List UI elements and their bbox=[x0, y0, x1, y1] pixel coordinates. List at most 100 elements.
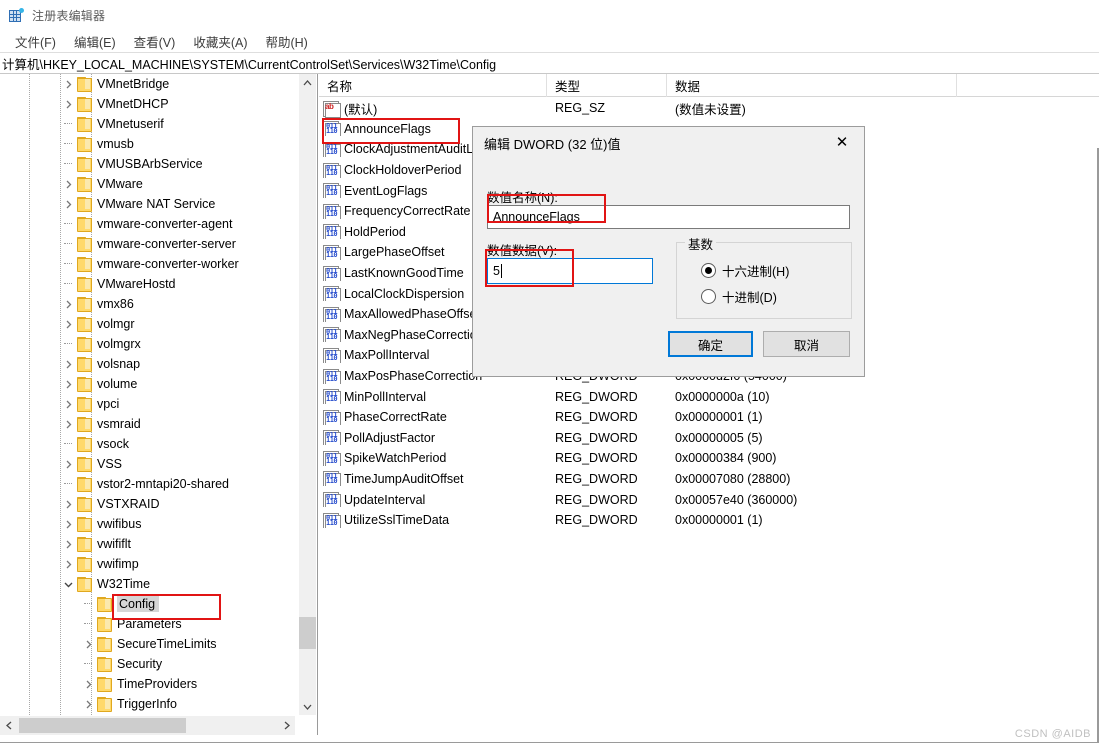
scroll-up-icon[interactable] bbox=[299, 74, 316, 91]
tree-item-vmusb[interactable]: vmusb bbox=[0, 134, 295, 154]
tree-item-vmware-nat-service[interactable]: VMware NAT Service bbox=[0, 194, 295, 214]
tree-item-label: VMUSBArbService bbox=[97, 157, 203, 171]
chevron-right-icon[interactable] bbox=[60, 316, 76, 332]
chevron-right-icon[interactable] bbox=[60, 176, 76, 192]
tree-item-vmwarehostd[interactable]: VMwareHostd bbox=[0, 274, 295, 294]
chevron-right-icon[interactable] bbox=[80, 696, 96, 712]
menu-help[interactable]: 帮助(H) bbox=[256, 30, 316, 53]
table-row[interactable]: 011 110 PollAdjustFactor REG_DWORD 0x0000000… bbox=[319, 428, 1099, 449]
value-name-input[interactable]: AnnounceFlags bbox=[487, 205, 850, 229]
chevron-right-icon[interactable] bbox=[80, 636, 96, 652]
chevron-right-icon[interactable] bbox=[60, 456, 76, 472]
table-row[interactable]: 011 110 MinPollInterval REG_DWORD 0x0000000a… bbox=[319, 386, 1099, 407]
chevron-right-icon[interactable] bbox=[60, 76, 76, 92]
tree-item-volmgrx[interactable]: volmgrx bbox=[0, 334, 295, 354]
tree-item-vwifimp[interactable]: vwifimp bbox=[0, 554, 295, 574]
chevron-right-icon[interactable] bbox=[60, 296, 76, 312]
chevron-right-icon[interactable] bbox=[60, 416, 76, 432]
scroll-left-icon[interactable] bbox=[0, 716, 17, 735]
folder-icon bbox=[76, 137, 92, 152]
menu-file[interactable]: 文件(F) bbox=[6, 30, 65, 53]
tree-item-volsnap[interactable]: volsnap bbox=[0, 354, 295, 374]
table-row[interactable]: 011 110 UtilizeSslTimeData REG_DWORD 0x00000… bbox=[319, 510, 1099, 531]
tree-item-vpci[interactable]: vpci bbox=[0, 394, 295, 414]
value-data-input[interactable]: 5 bbox=[487, 258, 653, 284]
chevron-right-icon[interactable] bbox=[60, 496, 76, 512]
tree-scroll-thumb[interactable] bbox=[299, 617, 316, 649]
tree-hscroll-thumb[interactable] bbox=[19, 718, 186, 733]
tree-item-volmgr[interactable]: volmgr bbox=[0, 314, 295, 334]
tree-horizontal-scrollbar[interactable] bbox=[0, 715, 295, 735]
tree-item-security[interactable]: Security bbox=[0, 654, 295, 674]
tree-item-vmware-converter-server[interactable]: vmware-converter-server bbox=[0, 234, 295, 254]
tree-item-vstor2-mntapi20-shared[interactable]: vstor2-mntapi20-shared bbox=[0, 474, 295, 494]
table-row[interactable]: ab (默认) REG_SZ (数值未设置) bbox=[319, 98, 1099, 119]
scroll-right-icon[interactable] bbox=[278, 716, 295, 735]
radio-hexadecimal-icon[interactable] bbox=[701, 263, 716, 278]
value-type-cell: REG_DWORD bbox=[555, 430, 638, 445]
tree-item-vmnetbridge[interactable]: VMnetBridge bbox=[0, 74, 295, 94]
chevron-down-icon[interactable] bbox=[60, 576, 76, 592]
chevron-right-icon[interactable] bbox=[60, 556, 76, 572]
string-value-icon: ab bbox=[323, 100, 341, 118]
chevron-right-icon[interactable] bbox=[60, 516, 76, 532]
folder-icon bbox=[76, 217, 92, 232]
dword-value-icon: 011 110 bbox=[323, 203, 341, 219]
registry-editor-window: 注册表编辑器 文件(F) 编辑(E) 查看(V) 收藏夹(A) 帮助(H) 计算机\HK… bbox=[0, 0, 1099, 749]
tree-item-triggerinfo[interactable]: TriggerInfo bbox=[0, 694, 295, 714]
dialog-title-bar: 编辑 DWORD (32 位)值 bbox=[473, 127, 864, 159]
cancel-button[interactable]: 取消 bbox=[763, 331, 850, 357]
chevron-right-icon[interactable] bbox=[60, 396, 76, 412]
tree-item-vsmraid[interactable]: vsmraid bbox=[0, 414, 295, 434]
menu-favorites[interactable]: 收藏夹(A) bbox=[184, 30, 256, 53]
column-header-data[interactable]: 数据 bbox=[667, 74, 957, 97]
table-row[interactable]: 011 110 PhaseCorrectRate REG_DWORD 0x0000000… bbox=[319, 407, 1099, 428]
tree-item-vmnetuserif[interactable]: VMnetuserif bbox=[0, 114, 295, 134]
table-row[interactable]: 011 110 UpdateInterval REG_DWORD 0x00057e40 … bbox=[319, 489, 1099, 510]
tree-leaf-connector bbox=[60, 476, 76, 492]
tree-item-vsock[interactable]: vsock bbox=[0, 434, 295, 454]
radio-hexadecimal[interactable]: 十六进制(H) bbox=[701, 261, 789, 280]
radio-decimal-icon[interactable] bbox=[701, 289, 716, 304]
dword-value-icon: 011 110 bbox=[323, 306, 341, 322]
tree-item-label: volsnap bbox=[97, 357, 141, 371]
chevron-right-icon[interactable] bbox=[60, 376, 76, 392]
menu-view[interactable]: 查看(V) bbox=[125, 30, 185, 53]
column-header-type[interactable]: 类型 bbox=[547, 74, 667, 97]
chevron-right-icon[interactable] bbox=[60, 196, 76, 212]
tree-item-securetimelimits[interactable]: SecureTimeLimits bbox=[0, 634, 295, 654]
tree-item-vmware[interactable]: VMware bbox=[0, 174, 295, 194]
chevron-right-icon[interactable] bbox=[80, 676, 96, 692]
column-header-name[interactable]: 名称 bbox=[319, 74, 547, 97]
table-row[interactable]: 011 110 TimeJumpAuditOffset REG_DWORD 0x0000… bbox=[319, 469, 1099, 490]
tree-vertical-scrollbar[interactable] bbox=[298, 74, 316, 715]
tree-item-volume[interactable]: volume bbox=[0, 374, 295, 394]
radio-decimal[interactable]: 十进制(D) bbox=[701, 287, 777, 306]
tree-item-vstxraid[interactable]: VSTXRAID bbox=[0, 494, 295, 514]
chevron-right-icon[interactable] bbox=[60, 96, 76, 112]
menu-edit[interactable]: 编辑(E) bbox=[65, 30, 125, 53]
tree-item-timeproviders[interactable]: TimeProviders bbox=[0, 674, 295, 694]
tree-item-vwifibus[interactable]: vwifibus bbox=[0, 514, 295, 534]
ok-button[interactable]: 确定 bbox=[668, 331, 753, 357]
scroll-down-icon[interactable] bbox=[299, 698, 316, 715]
registry-path[interactable]: 计算机\HKEY_LOCAL_MACHINE\SYSTEM\CurrentCon… bbox=[0, 54, 496, 73]
chevron-right-icon[interactable] bbox=[60, 356, 76, 372]
tree-item-vss[interactable]: VSS bbox=[0, 454, 295, 474]
tree-item-vmusbarbservice[interactable]: VMUSBArbService bbox=[0, 154, 295, 174]
tree-item-w32time[interactable]: W32Time bbox=[0, 574, 295, 594]
tree-item-parameters[interactable]: Parameters bbox=[0, 614, 295, 634]
tree-item-config[interactable]: Config bbox=[0, 594, 295, 614]
tree-item-label: VMnetuserif bbox=[97, 117, 164, 131]
folder-icon bbox=[76, 397, 92, 412]
close-icon[interactable]: ✕ bbox=[820, 127, 864, 157]
tree-item-vmware-converter-agent[interactable]: vmware-converter-agent bbox=[0, 214, 295, 234]
tree-item-vwififlt[interactable]: vwififlt bbox=[0, 534, 295, 554]
tree-item-vmx86[interactable]: vmx86 bbox=[0, 294, 295, 314]
title-bar: 注册表编辑器 bbox=[0, 0, 1099, 30]
tree-item-vmware-converter-worker[interactable]: vmware-converter-worker bbox=[0, 254, 295, 274]
chevron-right-icon[interactable] bbox=[60, 536, 76, 552]
address-bar[interactable]: 计算机\HKEY_LOCAL_MACHINE\SYSTEM\CurrentCon… bbox=[0, 52, 1099, 74]
table-row[interactable]: 011 110 SpikeWatchPeriod REG_DWORD 0x0000038… bbox=[319, 448, 1099, 469]
tree-item-vmnetdhcp[interactable]: VMnetDHCP bbox=[0, 94, 295, 114]
